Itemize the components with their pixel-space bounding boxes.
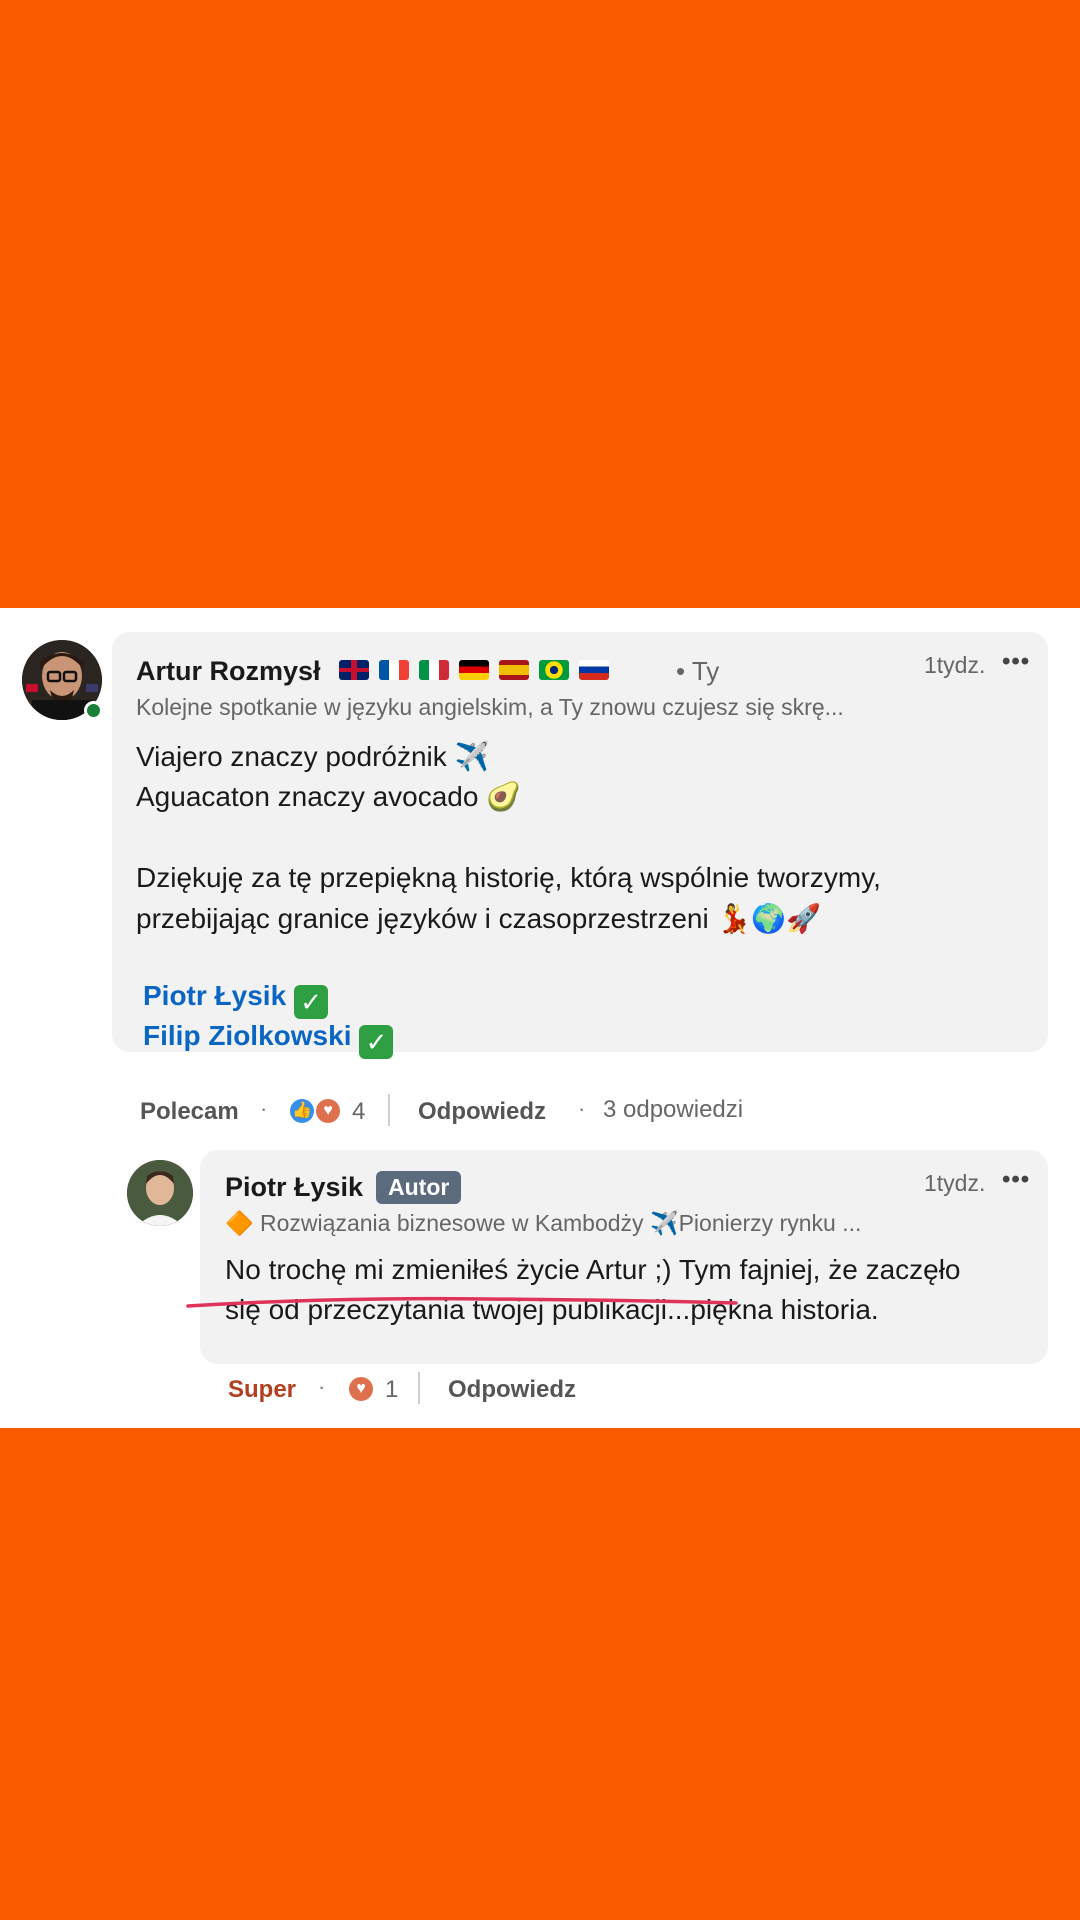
- you-indicator: • Ty: [676, 656, 720, 686]
- love-reaction-icon: ♥: [347, 1375, 375, 1403]
- france-flag-icon: [379, 660, 409, 680]
- check-mark-icon: ✓: [359, 1025, 394, 1059]
- reply-time: 1tydz.: [924, 1170, 986, 1196]
- action-divider: [418, 1372, 420, 1404]
- author-badge: Autor: [376, 1171, 462, 1204]
- mention-link[interactable]: Piotr Łysik ✓: [143, 980, 329, 1019]
- comment-text-line: Aguacaton znaczy avocado 🥑: [136, 781, 522, 812]
- comment-text-line: Dziękuję za tę przepiękną historię, któr…: [136, 862, 881, 893]
- reply-author-headline: 🔶 Rozwiązania biznesowe w Kambodży ✈️Pio…: [225, 1210, 862, 1236]
- russia-flag-icon: [579, 660, 609, 680]
- like-reaction-icon: 👍: [288, 1097, 316, 1125]
- comment-thread-card: Artur Rozmysł • Ty 1tydz. ••• Kolejne sp…: [0, 608, 1080, 1428]
- comment-text-line: przebijając granice języków i czasoprzes…: [136, 903, 822, 934]
- more-options-icon[interactable]: •••: [1002, 1166, 1030, 1194]
- reply-button[interactable]: Odpowiedz: [448, 1376, 576, 1404]
- spain-flag-icon: [499, 660, 529, 680]
- reply-author-name[interactable]: Piotr Łysik: [225, 1172, 363, 1203]
- reply-text-line: No trochę mi zmieniłeś życie Artur ;) Ty…: [225, 1254, 961, 1285]
- avatar-piotr[interactable]: [127, 1160, 193, 1226]
- handwritten-underline: [186, 1296, 738, 1308]
- check-mark-icon: ✓: [294, 985, 329, 1019]
- germany-flag-icon: [459, 660, 489, 680]
- replies-count-link[interactable]: 3 odpowiedzi: [603, 1096, 743, 1124]
- separator-dot: ·: [260, 1096, 268, 1121]
- online-status-dot: [84, 701, 103, 720]
- love-reaction-icon: ♥: [314, 1097, 342, 1125]
- separator-dot: ·: [318, 1374, 326, 1399]
- like-button[interactable]: Polecam: [140, 1098, 239, 1126]
- mention-link[interactable]: Filip Ziolkowski ✓: [143, 1020, 394, 1059]
- comment-author-headline: Kolejne spotkanie w języku angielskim, a…: [136, 694, 844, 720]
- brazil-flag-icon: [539, 660, 569, 680]
- uk-flag-icon: [339, 660, 369, 680]
- italy-flag-icon: [419, 660, 449, 680]
- mention-name[interactable]: Piotr Łysik: [143, 980, 286, 1011]
- mention-name[interactable]: Filip Ziolkowski: [143, 1020, 351, 1051]
- super-reaction-button[interactable]: Super: [228, 1376, 296, 1404]
- language-flags: [339, 660, 609, 680]
- reaction-count[interactable]: 1: [385, 1376, 398, 1404]
- comment-text-line: Viajero znaczy podróżnik ✈️: [136, 741, 490, 772]
- more-options-icon[interactable]: •••: [1002, 648, 1030, 676]
- reaction-count[interactable]: 4: [352, 1098, 365, 1126]
- comment-time: 1tydz.: [924, 652, 986, 678]
- reply-button[interactable]: Odpowiedz: [418, 1098, 546, 1126]
- action-divider: [388, 1094, 390, 1126]
- comment-author-name[interactable]: Artur Rozmysł: [136, 656, 321, 687]
- separator-dot: ·: [578, 1096, 586, 1121]
